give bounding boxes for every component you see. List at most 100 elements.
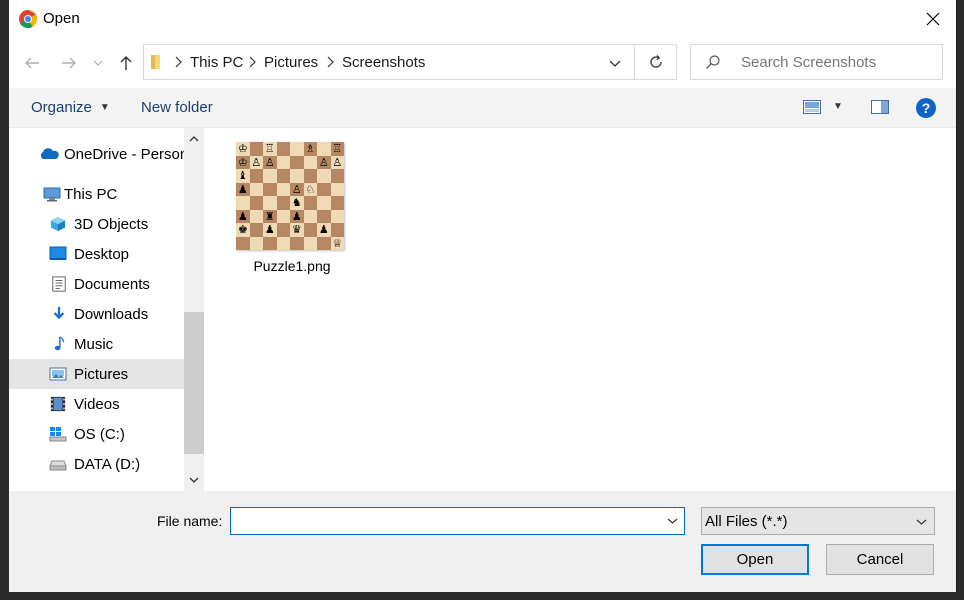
sidebar-item-downloads[interactable]: Downloads	[9, 299, 184, 329]
file-name-combobox[interactable]	[230, 507, 685, 535]
file-type-value: All Files (*.*)	[705, 513, 788, 530]
sidebar-item-os-c[interactable]: OS (C:)	[9, 419, 184, 449]
cancel-button[interactable]: Cancel	[826, 544, 934, 575]
sidebar-item-this-pc[interactable]: This PC	[9, 179, 184, 209]
breadcrumb-this-pc[interactable]: This PC	[190, 54, 243, 71]
refresh-icon	[650, 55, 662, 68]
close-icon	[926, 12, 940, 26]
chevron-down-icon	[189, 477, 199, 483]
board-square	[303, 196, 317, 210]
sidebar-item-documents[interactable]: Documents	[9, 269, 184, 299]
board-square	[276, 223, 290, 237]
search-input[interactable]	[741, 54, 931, 71]
open-button[interactable]: Open	[701, 544, 809, 575]
board-square: ♙	[290, 182, 304, 196]
sidebar-item-onedrive[interactable]: OneDrive - Person	[9, 139, 188, 169]
sidebar-item-music[interactable]: Music	[9, 329, 184, 359]
arrow-right-icon	[62, 57, 76, 69]
back-button[interactable]	[21, 52, 43, 74]
desktop-icon	[49, 246, 67, 260]
divider	[634, 45, 635, 79]
sidebar-item-label: OS (C:)	[74, 426, 125, 443]
board-square	[303, 236, 317, 250]
board-square: ♙	[317, 155, 331, 169]
board-square: ♕	[330, 236, 344, 250]
scroll-down-button[interactable]	[184, 471, 204, 489]
new-folder-button[interactable]: New folder	[141, 99, 213, 116]
board-square: ♔	[236, 155, 250, 169]
sidebar-item-label: Documents	[74, 276, 150, 293]
file-name-dropdown-button[interactable]	[662, 512, 682, 530]
breadcrumb-screenshots[interactable]: Screenshots	[342, 54, 425, 71]
filter-dropdown-button[interactable]	[912, 513, 930, 531]
address-dropdown-button[interactable]	[604, 54, 626, 72]
file-name-label: Puzzle1.png	[253, 258, 331, 274]
file-name-input[interactable]	[235, 512, 655, 530]
sidebar-item-videos[interactable]: Videos	[9, 389, 184, 419]
up-button[interactable]	[115, 52, 137, 74]
forward-button[interactable]	[58, 52, 80, 74]
breadcrumb-pictures[interactable]: Pictures	[264, 54, 318, 71]
windows-drive-icon	[49, 427, 67, 442]
board-square	[249, 196, 263, 210]
sidebar-item-3d-objects[interactable]: 3D Objects	[9, 209, 184, 239]
close-button[interactable]	[910, 0, 956, 38]
board-square	[317, 182, 331, 196]
recent-locations-button[interactable]	[90, 52, 106, 74]
navigation-scrollbar[interactable]	[184, 128, 204, 491]
chevron-right-icon	[249, 56, 256, 68]
board-square	[317, 209, 331, 223]
board-square	[303, 223, 317, 237]
board-square	[303, 169, 317, 183]
sidebar-item-pictures[interactable]: Pictures	[9, 359, 184, 389]
board-square	[249, 236, 263, 250]
refresh-button[interactable]	[644, 52, 668, 72]
sidebar-item-label: OneDrive - Person	[64, 146, 189, 163]
sidebar-item-data-d[interactable]: DATA (D:)	[9, 449, 184, 479]
file-list: ♔ ♖ ♗ ♖ ♔ ♙ ♙ ♙ ♙ ♝ ♟ ♙ ♘ ♞ ♟ ♜ ♟ ♚ ♟ ♛ ♟ ♕ Puzzle1.png	[204, 128, 956, 491]
sidebar-item-desktop[interactable]: Desktop	[9, 239, 184, 269]
organize-menu[interactable]: Organize ▼	[31, 99, 110, 116]
cube-icon	[50, 216, 66, 232]
file-item[interactable]: ♔ ♖ ♗ ♖ ♔ ♙ ♙ ♙ ♙ ♝ ♟ ♙ ♘ ♞ ♟ ♜ ♟ ♚ ♟ ♛ ♟ ♕ Puzzle1.png	[232, 140, 344, 280]
file-type-filter[interactable]: All Files (*.*)	[701, 507, 935, 535]
download-icon	[53, 306, 65, 320]
navigation-pane: OneDrive - Person This PC 3D Objects Des…	[9, 128, 204, 491]
scroll-thumb[interactable]	[184, 312, 204, 454]
board-square	[249, 142, 263, 156]
board-square	[276, 236, 290, 250]
sidebar-item-label: 3D Objects	[74, 216, 149, 233]
window-title: Open	[43, 10, 80, 27]
board-square	[303, 155, 317, 169]
board-square: ♗	[303, 142, 317, 156]
change-view-icon[interactable]	[803, 100, 821, 114]
sidebar-item-label: This PC	[64, 186, 118, 203]
address-bar[interactable]: This PC Pictures Screenshots	[143, 44, 677, 80]
chevron-right-icon	[175, 56, 182, 68]
arrow-up-icon	[120, 56, 132, 70]
view-options-dropdown[interactable]: ▼	[833, 101, 843, 112]
board-square	[303, 209, 317, 223]
open-dialog: Open This PC Pictures Screenshots Search…	[9, 0, 957, 592]
folder-icon	[151, 55, 160, 69]
board-square	[276, 209, 290, 223]
organize-label: Organize	[31, 99, 92, 116]
command-bar: Organize ▼ New folder ▼ ?	[9, 88, 956, 128]
help-icon[interactable]: ?	[916, 98, 936, 118]
chrome-icon	[19, 10, 37, 28]
search-box[interactable]	[690, 44, 943, 80]
board-square: ♔	[236, 142, 250, 156]
board-square	[290, 155, 304, 169]
scroll-up-button[interactable]	[184, 130, 204, 148]
navigation-bar: This PC Pictures Screenshots	[9, 38, 956, 88]
sidebar-item-label: DATA (D:)	[74, 456, 141, 473]
preview-pane-icon[interactable]	[871, 100, 889, 114]
board-square	[236, 196, 250, 210]
arrow-left-icon	[25, 57, 39, 69]
video-icon	[50, 396, 66, 412]
board-square: ♛	[290, 223, 304, 237]
board-square	[317, 169, 331, 183]
board-square	[263, 196, 277, 210]
board-square: ♝	[236, 169, 250, 183]
file-name-label: File name:	[157, 513, 223, 529]
